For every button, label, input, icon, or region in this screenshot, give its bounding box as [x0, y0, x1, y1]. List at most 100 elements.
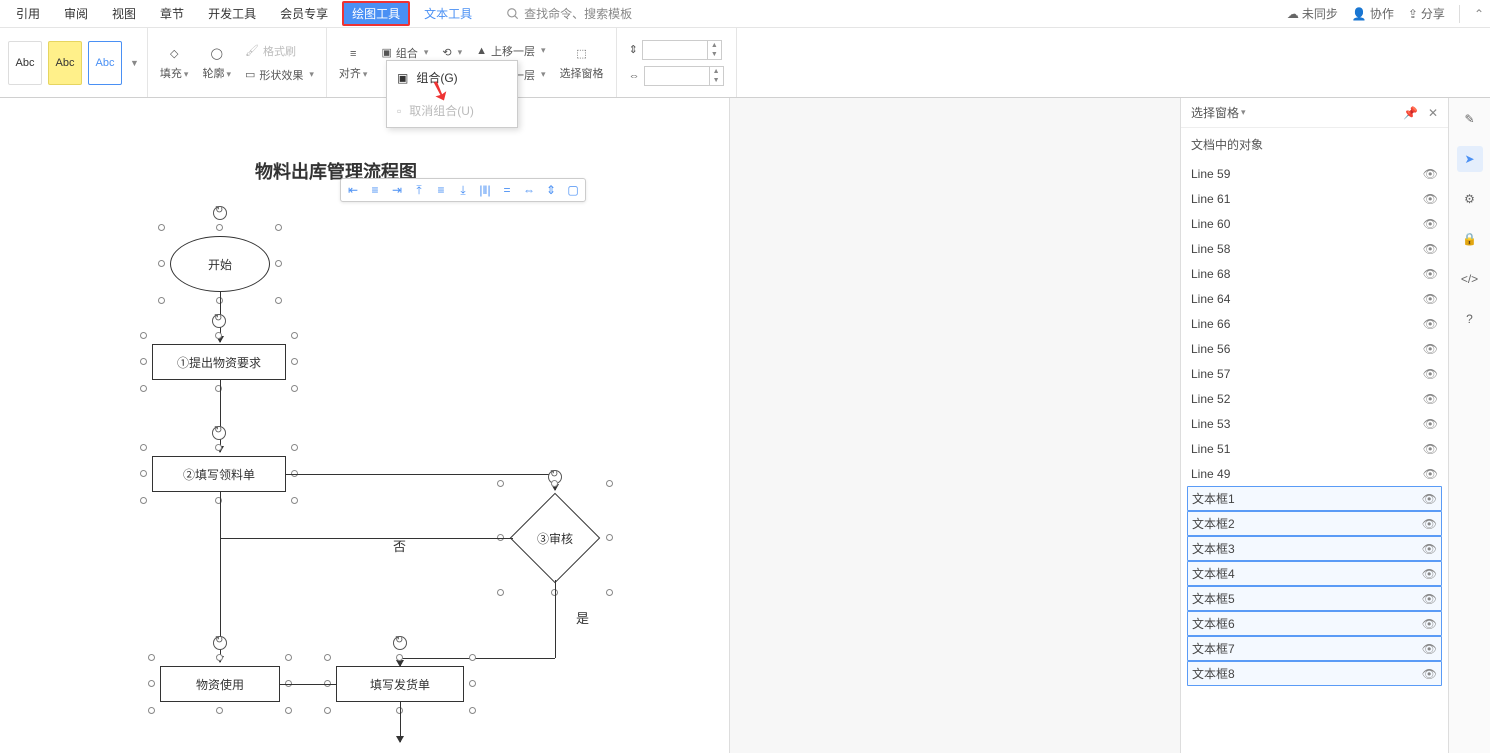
flowchart-use-shape[interactable]: 物资使用 — [160, 666, 280, 702]
object-list[interactable]: Line 59👁Line 61👁Line 60👁Line 58👁Line 68👁… — [1181, 161, 1448, 753]
fill-button[interactable]: ◇填充▾ — [156, 43, 193, 83]
equal-size-icon[interactable]: ▢ — [565, 182, 581, 198]
outline-button[interactable]: ◯轮廓▾ — [198, 43, 235, 83]
flowchart-decision-shape[interactable]: ③审核 — [509, 492, 601, 584]
object-list-item[interactable]: 文本框2👁 — [1187, 511, 1442, 536]
rotate-handle-icon[interactable] — [393, 636, 407, 650]
object-list-item[interactable]: Line 56👁 — [1181, 336, 1448, 361]
menu-tab-text-tools[interactable]: 文本工具 — [414, 1, 482, 26]
rotate-handle-icon[interactable] — [213, 206, 227, 220]
object-list-item[interactable]: 文本框4👁 — [1187, 561, 1442, 586]
document-page[interactable]: 物料出库管理流程图 ⇤ ≡ ⇥ ⤒ ≡ ⤓ |‖| = ⇔ ⇕ ▢ 开始 ①提出… — [0, 98, 730, 753]
chevron-down-icon[interactable]: ▼ — [130, 58, 139, 68]
visibility-eye-icon[interactable]: 👁 — [1423, 467, 1438, 481]
visibility-eye-icon[interactable]: 👁 — [1422, 667, 1437, 681]
flowchart-step2-shape[interactable]: ②填写领料单 — [152, 456, 286, 492]
visibility-eye-icon[interactable]: 👁 — [1423, 442, 1438, 456]
rotate-button[interactable]: ⟲▾ — [438, 44, 466, 61]
object-list-item[interactable]: Line 64👁 — [1181, 286, 1448, 311]
flowchart-start-shape[interactable]: 开始 — [170, 236, 270, 292]
menu-tab[interactable]: 章节 — [150, 1, 194, 26]
connector[interactable] — [220, 538, 513, 539]
visibility-eye-icon[interactable]: 👁 — [1423, 292, 1438, 306]
visibility-eye-icon[interactable]: 👁 — [1423, 367, 1438, 381]
menu-tab[interactable]: 开发工具 — [198, 1, 266, 26]
object-list-item[interactable]: Line 59👁 — [1181, 161, 1448, 186]
menu-tab[interactable]: 审阅 — [54, 1, 98, 26]
visibility-eye-icon[interactable]: 👁 — [1422, 542, 1437, 556]
object-list-item[interactable]: 文本框7👁 — [1187, 636, 1442, 661]
distribute-v-icon[interactable]: = — [499, 182, 515, 198]
visibility-eye-icon[interactable]: 👁 — [1423, 267, 1438, 281]
align-middle-v-icon[interactable]: ≡ — [433, 182, 449, 198]
height-input[interactable]: ▲▼ — [642, 40, 722, 60]
collapse-ribbon-icon[interactable]: ⌃ — [1474, 7, 1484, 21]
distribute-h-icon[interactable]: |‖| — [477, 182, 493, 198]
menu-tab[interactable]: 会员专享 — [270, 1, 338, 26]
preset-abc-plain[interactable]: Abc — [8, 41, 42, 85]
align-bottom-icon[interactable]: ⤓ — [455, 182, 471, 198]
preset-abc-outline[interactable]: Abc — [88, 41, 122, 85]
width-input[interactable]: ▲▼ — [644, 66, 724, 86]
pin-icon[interactable]: 📌 — [1403, 106, 1418, 120]
collab-button[interactable]: 👤协作 — [1352, 5, 1394, 22]
code-icon[interactable]: </> — [1457, 266, 1483, 292]
equal-height-icon[interactable]: ⇕ — [543, 182, 559, 198]
lock-icon[interactable]: 🔒 — [1457, 226, 1483, 252]
visibility-eye-icon[interactable]: 👁 — [1422, 492, 1437, 506]
selection-pane-button[interactable]: ⬚选择窗格 — [556, 43, 608, 83]
object-list-item[interactable]: Line 49👁 — [1181, 461, 1448, 486]
visibility-eye-icon[interactable]: 👁 — [1423, 167, 1438, 181]
close-icon[interactable]: ✕ — [1428, 106, 1438, 120]
object-list-item[interactable]: Line 51👁 — [1181, 436, 1448, 461]
visibility-eye-icon[interactable]: 👁 — [1423, 192, 1438, 206]
object-list-item[interactable]: Line 57👁 — [1181, 361, 1448, 386]
equal-width-icon[interactable]: ⇔ — [521, 182, 537, 198]
sync-status[interactable]: ☁未同步 — [1287, 5, 1338, 22]
group-menu-item[interactable]: ▣组合(G) — [387, 61, 517, 94]
connector[interactable] — [280, 684, 336, 685]
connector[interactable] — [286, 474, 555, 475]
menu-tab[interactable]: 视图 — [102, 1, 146, 26]
visibility-eye-icon[interactable]: 👁 — [1423, 342, 1438, 356]
object-list-item[interactable]: Line 66👁 — [1181, 311, 1448, 336]
pencil-tool-icon[interactable]: ✎ — [1457, 106, 1483, 132]
flowchart-step1-shape[interactable]: ①提出物资要求 — [152, 344, 286, 380]
connector[interactable] — [220, 292, 221, 342]
menu-tab[interactable]: 引用 — [6, 1, 50, 26]
connector[interactable] — [220, 492, 221, 662]
object-list-item[interactable]: 文本框5👁 — [1187, 586, 1442, 611]
visibility-eye-icon[interactable]: 👁 — [1422, 617, 1437, 631]
visibility-eye-icon[interactable]: 👁 — [1423, 317, 1438, 331]
object-list-item[interactable]: Line 58👁 — [1181, 236, 1448, 261]
object-list-item[interactable]: 文本框8👁 — [1187, 661, 1442, 686]
object-list-item[interactable]: Line 52👁 — [1181, 386, 1448, 411]
visibility-eye-icon[interactable]: 👁 — [1422, 592, 1437, 606]
visibility-eye-icon[interactable]: 👁 — [1422, 642, 1437, 656]
command-search[interactable]: 查找命令、搜索模板 — [506, 5, 632, 22]
visibility-eye-icon[interactable]: 👁 — [1423, 417, 1438, 431]
rotate-handle-icon[interactable] — [212, 314, 226, 328]
menu-tab-drawing-tools[interactable]: 绘图工具 — [342, 1, 410, 26]
settings-sliders-icon[interactable]: ⚙ — [1457, 186, 1483, 212]
preset-abc-yellow[interactable]: Abc — [48, 41, 82, 85]
visibility-eye-icon[interactable]: 👁 — [1422, 517, 1437, 531]
rotate-handle-icon[interactable] — [212, 426, 226, 440]
align-top-icon[interactable]: ⤒ — [411, 182, 427, 198]
object-list-item[interactable]: 文本框6👁 — [1187, 611, 1442, 636]
object-list-item[interactable]: Line 68👁 — [1181, 261, 1448, 286]
connector[interactable] — [555, 580, 556, 658]
help-icon[interactable]: ? — [1457, 306, 1483, 332]
align-button[interactable]: ≡对齐▾ — [335, 43, 372, 83]
connector[interactable] — [400, 658, 555, 659]
visibility-eye-icon[interactable]: 👁 — [1422, 567, 1437, 581]
object-list-item[interactable]: 文本框3👁 — [1187, 536, 1442, 561]
pointer-tool-icon[interactable]: ➤ — [1457, 146, 1483, 172]
flowchart-ship-shape[interactable]: 填写发货单 — [336, 666, 464, 702]
object-list-item[interactable]: Line 53👁 — [1181, 411, 1448, 436]
align-center-h-icon[interactable]: ≡ — [367, 182, 383, 198]
visibility-eye-icon[interactable]: 👁 — [1423, 217, 1438, 231]
connector[interactable] — [220, 380, 221, 452]
share-button[interactable]: ⇪分享 — [1408, 5, 1445, 22]
object-list-item[interactable]: Line 60👁 — [1181, 211, 1448, 236]
